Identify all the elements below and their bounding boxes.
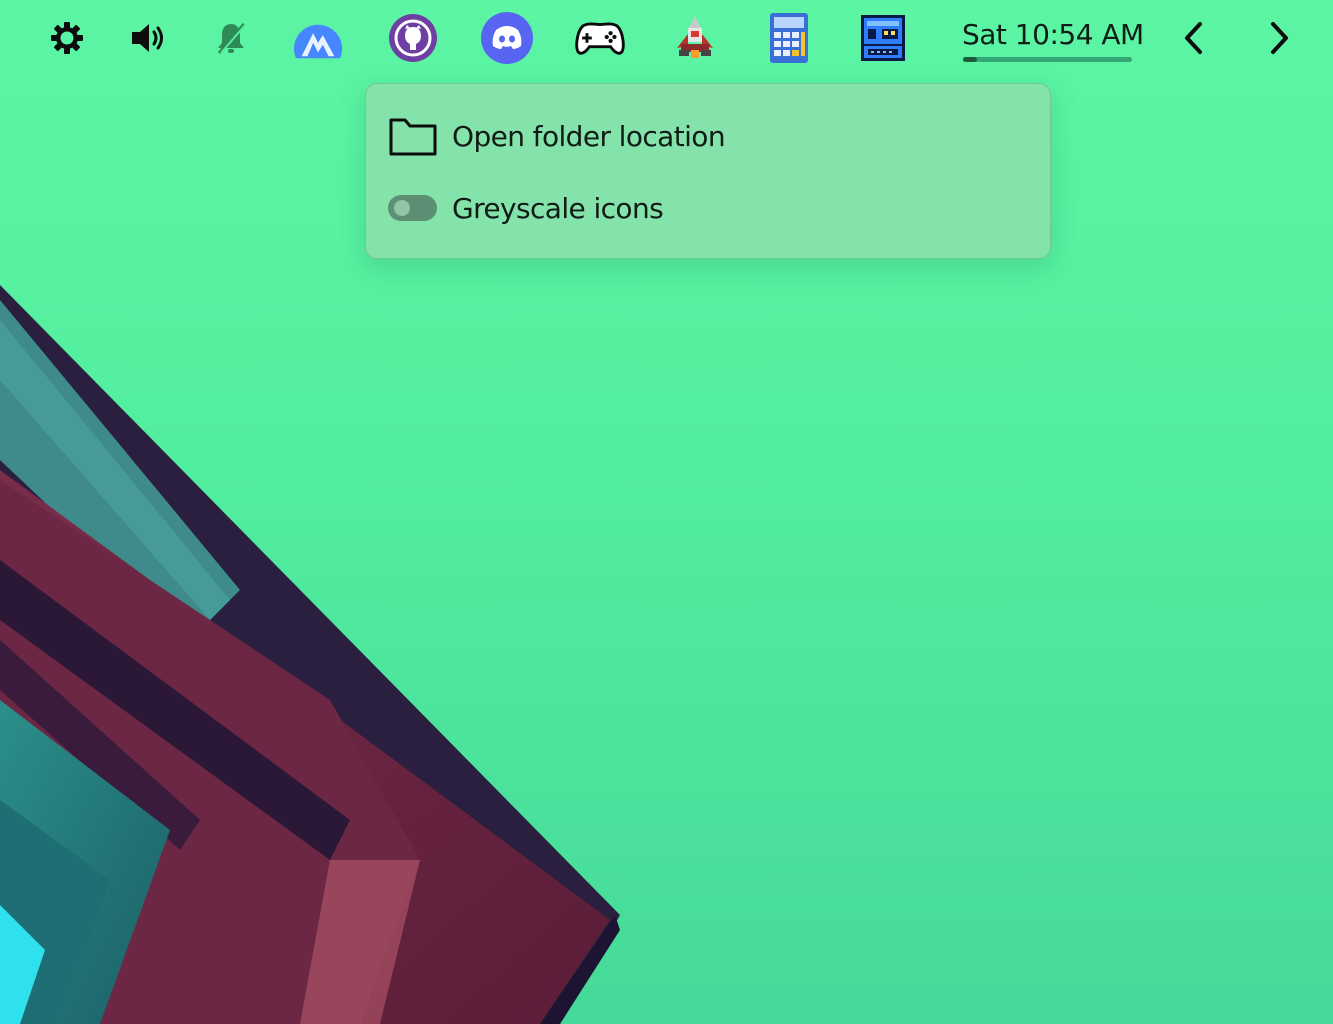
clock-progress-bar (963, 57, 1132, 62)
chevron-right-icon[interactable] (1255, 14, 1303, 62)
top-bar: Sat 10:54 AM (0, 0, 1333, 78)
discord-icon[interactable] (481, 12, 533, 64)
clock-progress-fill (963, 57, 977, 62)
gamepad-icon[interactable] (574, 12, 626, 64)
pixel-robot-icon[interactable] (857, 12, 909, 64)
folder-icon (388, 114, 440, 158)
menu-item-open-folder-location[interactable]: Open folder location (388, 111, 1028, 161)
nordvpn-icon[interactable] (292, 12, 344, 64)
toggle-knob (394, 200, 410, 216)
calculator-icon[interactable] (763, 12, 815, 64)
volume-icon[interactable] (123, 12, 175, 64)
github-icon[interactable] (387, 12, 439, 64)
settings-gear-icon[interactable] (41, 12, 93, 64)
toggle-track (388, 195, 437, 221)
menu-item-label: Greyscale icons (452, 191, 664, 225)
rocket-game-icon[interactable] (669, 12, 721, 64)
chevron-left-icon[interactable] (1170, 14, 1218, 62)
context-menu: Open folder location Greyscale icons (365, 83, 1051, 259)
clock-text: Sat 10:54 AM (962, 18, 1144, 51)
toggle-switch[interactable] (388, 186, 440, 230)
menu-item-greyscale-icons[interactable]: Greyscale icons (388, 183, 1028, 233)
menu-item-label: Open folder location (452, 119, 726, 153)
clock-widget[interactable]: Sat 10:54 AM (958, 18, 1144, 64)
notifications-muted-icon[interactable] (205, 12, 257, 64)
